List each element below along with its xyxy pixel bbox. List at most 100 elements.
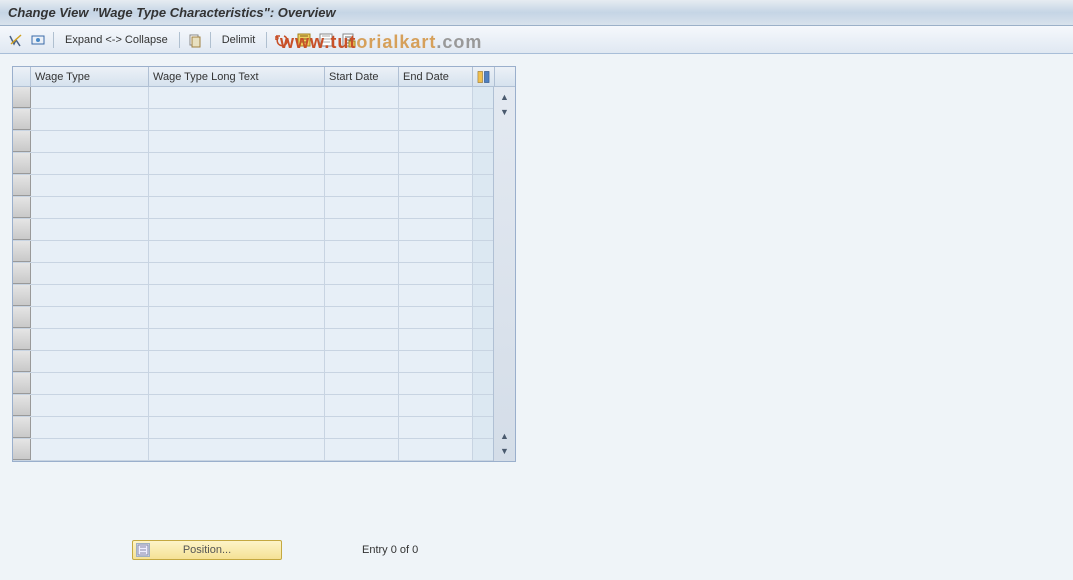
- cell-wage-type[interactable]: [31, 197, 149, 218]
- col-header-end-date[interactable]: End Date: [399, 67, 473, 86]
- cell-long-text[interactable]: [149, 175, 325, 196]
- row-selector[interactable]: [13, 329, 31, 350]
- cell-end-date[interactable]: [399, 263, 473, 284]
- cell-long-text[interactable]: [149, 285, 325, 306]
- cell-wage-type[interactable]: [31, 373, 149, 394]
- deselect-all-icon[interactable]: [316, 30, 336, 50]
- scroll-up-icon[interactable]: ▲: [498, 429, 512, 443]
- col-header-start-date[interactable]: Start Date: [325, 67, 399, 86]
- cell-end-date[interactable]: [399, 153, 473, 174]
- row-selector[interactable]: [13, 373, 31, 394]
- cell-end-date[interactable]: [399, 87, 473, 108]
- cell-end-date[interactable]: [399, 417, 473, 438]
- cell-start-date[interactable]: [325, 197, 399, 218]
- cell-start-date[interactable]: [325, 131, 399, 152]
- row-selector[interactable]: [13, 307, 31, 328]
- copy-as-icon[interactable]: [185, 30, 205, 50]
- toggle-icon[interactable]: [6, 30, 26, 50]
- row-selector[interactable]: [13, 439, 31, 460]
- cell-wage-type[interactable]: [31, 351, 149, 372]
- cell-long-text[interactable]: [149, 153, 325, 174]
- cell-long-text[interactable]: [149, 329, 325, 350]
- row-selector-header[interactable]: [13, 67, 31, 86]
- cell-start-date[interactable]: [325, 329, 399, 350]
- cell-end-date[interactable]: [399, 175, 473, 196]
- cell-long-text[interactable]: [149, 351, 325, 372]
- cell-start-date[interactable]: [325, 175, 399, 196]
- cell-wage-type[interactable]: [31, 219, 149, 240]
- position-button[interactable]: Position...: [132, 540, 282, 560]
- scroll-up-top-icon[interactable]: ▲: [498, 90, 512, 104]
- cell-wage-type[interactable]: [31, 307, 149, 328]
- scroll-down-icon[interactable]: ▼: [498, 105, 512, 119]
- row-selector[interactable]: [13, 285, 31, 306]
- select-all-icon[interactable]: [294, 30, 314, 50]
- col-header-wage-type[interactable]: Wage Type: [31, 67, 149, 86]
- delimit-button[interactable]: Delimit: [216, 32, 262, 48]
- cell-wage-type[interactable]: [31, 131, 149, 152]
- cell-start-date[interactable]: [325, 263, 399, 284]
- cell-wage-type[interactable]: [31, 87, 149, 108]
- cell-wage-type[interactable]: [31, 241, 149, 262]
- other-view-icon[interactable]: [28, 30, 48, 50]
- cell-wage-type[interactable]: [31, 285, 149, 306]
- cell-long-text[interactable]: [149, 87, 325, 108]
- cell-wage-type[interactable]: [31, 175, 149, 196]
- cell-wage-type[interactable]: [31, 395, 149, 416]
- cell-end-date[interactable]: [399, 351, 473, 372]
- cell-end-date[interactable]: [399, 373, 473, 394]
- cell-end-date[interactable]: [399, 307, 473, 328]
- cell-start-date[interactable]: [325, 285, 399, 306]
- cell-start-date[interactable]: [325, 87, 399, 108]
- cell-end-date[interactable]: [399, 131, 473, 152]
- cell-start-date[interactable]: [325, 395, 399, 416]
- print-list-icon[interactable]: [338, 30, 358, 50]
- cell-wage-type[interactable]: [31, 329, 149, 350]
- cell-end-date[interactable]: [399, 285, 473, 306]
- cell-long-text[interactable]: [149, 109, 325, 130]
- cell-wage-type[interactable]: [31, 439, 149, 460]
- row-selector[interactable]: [13, 351, 31, 372]
- cell-long-text[interactable]: [149, 439, 325, 460]
- cell-start-date[interactable]: [325, 417, 399, 438]
- cell-long-text[interactable]: [149, 219, 325, 240]
- cell-wage-type[interactable]: [31, 153, 149, 174]
- cell-start-date[interactable]: [325, 307, 399, 328]
- cell-long-text[interactable]: [149, 263, 325, 284]
- cell-long-text[interactable]: [149, 241, 325, 262]
- row-selector[interactable]: [13, 175, 31, 196]
- row-selector[interactable]: [13, 87, 31, 108]
- cell-long-text[interactable]: [149, 417, 325, 438]
- cell-end-date[interactable]: [399, 439, 473, 460]
- col-header-long-text[interactable]: Wage Type Long Text: [149, 67, 325, 86]
- row-selector[interactable]: [13, 241, 31, 262]
- vertical-scrollbar[interactable]: ▲ ▼ ▲ ▼: [493, 87, 515, 461]
- row-selector[interactable]: [13, 153, 31, 174]
- cell-long-text[interactable]: [149, 395, 325, 416]
- cell-long-text[interactable]: [149, 131, 325, 152]
- cell-start-date[interactable]: [325, 153, 399, 174]
- cell-end-date[interactable]: [399, 109, 473, 130]
- row-selector[interactable]: [13, 263, 31, 284]
- row-selector[interactable]: [13, 197, 31, 218]
- cell-wage-type[interactable]: [31, 109, 149, 130]
- cell-end-date[interactable]: [399, 197, 473, 218]
- cell-start-date[interactable]: [325, 439, 399, 460]
- cell-wage-type[interactable]: [31, 263, 149, 284]
- table-config-icon[interactable]: [473, 67, 495, 86]
- cell-end-date[interactable]: [399, 219, 473, 240]
- cell-start-date[interactable]: [325, 219, 399, 240]
- cell-start-date[interactable]: [325, 351, 399, 372]
- row-selector[interactable]: [13, 109, 31, 130]
- cell-long-text[interactable]: [149, 373, 325, 394]
- row-selector[interactable]: [13, 395, 31, 416]
- expand-collapse-button[interactable]: Expand <-> Collapse: [59, 32, 174, 48]
- cell-end-date[interactable]: [399, 241, 473, 262]
- cell-long-text[interactable]: [149, 307, 325, 328]
- scroll-down-bottom-icon[interactable]: ▼: [498, 444, 512, 458]
- row-selector[interactable]: [13, 417, 31, 438]
- undo-icon[interactable]: [272, 30, 292, 50]
- cell-long-text[interactable]: [149, 197, 325, 218]
- cell-start-date[interactable]: [325, 373, 399, 394]
- cell-end-date[interactable]: [399, 329, 473, 350]
